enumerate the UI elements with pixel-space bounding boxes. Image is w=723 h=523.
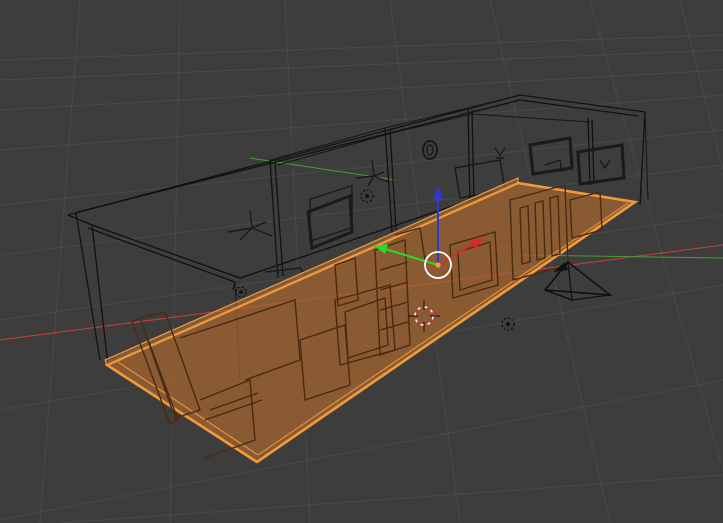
- 3d-viewport[interactable]: [0, 0, 723, 523]
